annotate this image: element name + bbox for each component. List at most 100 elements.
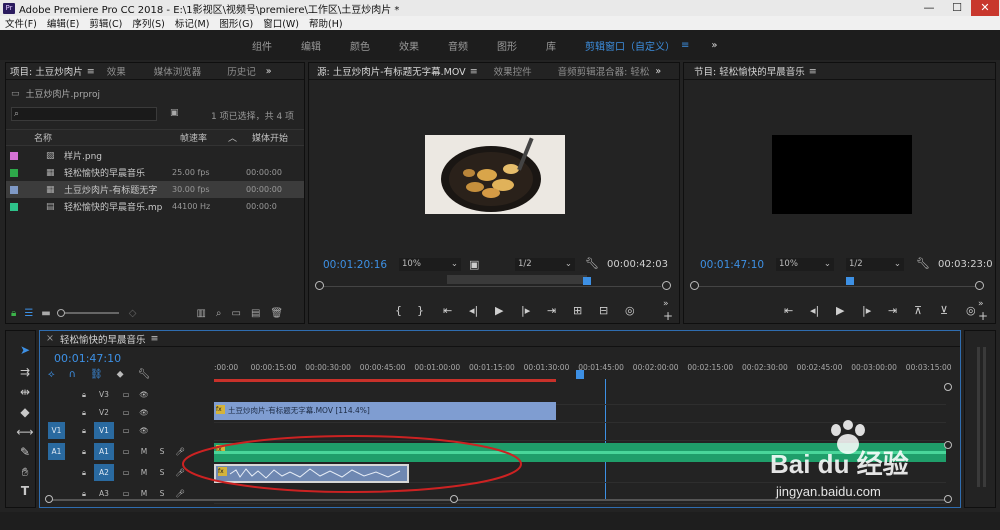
program-resolution-select[interactable]: 1/2 ⌄ [846,258,904,271]
nest-icon[interactable]: ⟡ [48,369,55,380]
sync-lock-icon[interactable]: ▭ [118,426,134,435]
overwrite-icon[interactable]: ⊟ [599,304,625,317]
work-area-bar[interactable] [214,379,556,382]
label-color-swatch[interactable] [10,185,18,194]
maximize-button[interactable]: ☐ [943,0,971,16]
v1-source-patch[interactable]: V1 [48,422,65,439]
timeline-playhead-handle[interactable] [576,370,584,379]
solo-button[interactable]: S [154,447,170,456]
go-to-in-icon[interactable]: ⇤ [443,304,469,317]
track-scroll-top[interactable] [944,383,952,391]
program-zoom-select[interactable]: 10% ⌄ [776,258,834,271]
program-time-ruler[interactable] [690,275,984,291]
lift-icon[interactable]: ⊼ [914,304,940,317]
track-select-tool-icon[interactable]: ⇉ [16,365,34,379]
program-step-forward-icon[interactable]: |▸ [862,304,888,317]
zoom-slider[interactable] [56,309,119,317]
source-current-timecode[interactable]: 00:01:20:16 [323,259,387,271]
track-lock-icon[interactable]: 🔒︎ [76,489,92,499]
sync-lock-icon[interactable]: ▭ [118,390,134,399]
source-time-ruler[interactable] [315,275,671,291]
menu-marker[interactable]: 标记(M) [170,16,215,30]
sync-lock-icon[interactable]: ▭ [118,408,134,417]
menu-clip[interactable]: 剪辑(C) [84,16,127,30]
tab-media-browser[interactable]: 媒体浏览器 [154,64,202,78]
tab-project[interactable]: 项目: 土豆炒肉片 [10,64,83,78]
timeline-timecode[interactable]: 00:01:47:10 [54,352,121,365]
play-icon[interactable]: ▶ [495,304,521,317]
insert-icon[interactable]: ⊞ [573,304,599,317]
track-lock-icon[interactable]: 🔒︎ [76,447,92,457]
panel-menu-icon[interactable]: ≡ [87,66,95,77]
pen-tool-icon[interactable]: ✎ [16,445,34,459]
source-wrench-icon[interactable]: 🔧︎ [585,257,599,270]
track-target-a1[interactable]: A1 [94,443,114,460]
razor-tool-icon[interactable]: ◆ [16,405,34,419]
step-forward-icon[interactable]: |▸ [521,304,547,317]
sync-lock-icon[interactable]: ▭ [118,489,134,498]
timeline-scroll-start[interactable] [45,495,53,503]
minimize-button[interactable]: — [915,0,943,16]
step-back-icon[interactable]: ◂| [469,304,495,317]
track-target-v3[interactable]: V3 [94,386,114,403]
ripple-edit-tool-icon[interactable]: ⇹ [16,385,34,399]
workspace-effects[interactable]: 效果 [399,38,419,53]
project-item[interactable]: ▦ 轻松愉快的早晨音乐 25.00 fps 00:00:00 [6,164,304,181]
program-scroll-end[interactable] [975,281,984,290]
timeline-menu-icon[interactable]: ≡ [150,333,158,344]
label-color-swatch[interactable] [10,168,18,177]
workspace-audio[interactable]: 音频 [448,38,468,53]
solo-button[interactable]: S [154,489,170,498]
tab-effects[interactable]: 效果 [107,64,126,78]
go-to-out-icon[interactable]: ⇥ [547,304,573,317]
workspace-color[interactable]: 颜色 [350,38,370,53]
source-zoom-select[interactable]: 10% ⌄ [399,258,461,271]
menu-graphics[interactable]: 图形(G) [214,16,258,30]
label-color-swatch[interactable] [10,151,18,160]
sort-asc-icon[interactable]: ︿ [228,131,252,144]
menu-window[interactable]: 窗口(W) [258,16,304,30]
hand-tool-icon[interactable]: ✋︎ [16,465,34,480]
extract-icon[interactable]: ⊻ [940,304,966,317]
source-scroll-end[interactable] [662,281,671,290]
program-playhead[interactable] [846,277,854,285]
project-search-input[interactable]: ⌕ [11,107,157,121]
project-item[interactable]: ▤ 轻松愉快的早晨音乐.mp 44100 Hz 00:00:0 [6,198,304,215]
mark-in-icon[interactable]: { [395,304,417,317]
column-media-start[interactable]: 媒体开始 [252,131,288,144]
program-scroll-start[interactable] [690,281,699,290]
slip-tool-icon[interactable]: ⟷ [16,425,34,439]
workspace-menu-icon[interactable]: ≡ [681,40,689,51]
selection-tool-icon[interactable]: ➤ [16,343,34,357]
a1-source-patch[interactable]: A1 [48,443,65,460]
track-lock-icon[interactable]: 🔒︎ [76,390,92,400]
track-lock-icon[interactable]: 🔒︎ [76,468,92,478]
menu-sequence[interactable]: 序列(S) [127,16,169,30]
find-icon[interactable]: ⌕ [216,308,222,319]
mute-button[interactable]: M [136,447,152,456]
source-resolution-select[interactable]: 1/2 ⌄ [515,258,575,271]
menu-file[interactable]: 文件(F) [0,16,42,30]
program-menu-icon[interactable]: ≡ [809,66,817,77]
tab-history[interactable]: 历史记 [227,64,256,78]
column-frame-rate[interactable]: 帧速率 [180,131,228,144]
tabs-overflow-icon[interactable]: » [266,66,272,77]
close-button[interactable]: ✕ [971,0,999,16]
snap-icon[interactable]: ∩ [69,369,76,380]
mute-button[interactable]: M [136,468,152,477]
workspace-libraries[interactable]: 库 [546,38,556,53]
workspace-overflow-icon[interactable]: » [711,40,717,51]
source-playhead[interactable] [583,277,591,285]
add-marker-icon[interactable]: ⬥ [117,369,124,380]
menu-help[interactable]: 帮助(H) [304,16,348,30]
source-menu-icon[interactable]: ≡ [470,66,478,77]
new-bin-icon[interactable]: ▣ [170,108,179,118]
program-step-back-icon[interactable]: ◂| [810,304,836,317]
mute-button[interactable]: M [136,489,152,498]
project-item[interactable]: ▧ 样片.png [6,147,304,164]
lock-icon[interactable]: 🔒︎ [11,308,16,319]
sync-lock-icon[interactable]: ▭ [118,468,134,477]
track-lock-icon[interactable]: 🔒︎ [76,408,92,418]
settings-icon[interactable]: ▣ [469,258,479,271]
source-more-icon[interactable]: » [663,299,669,309]
